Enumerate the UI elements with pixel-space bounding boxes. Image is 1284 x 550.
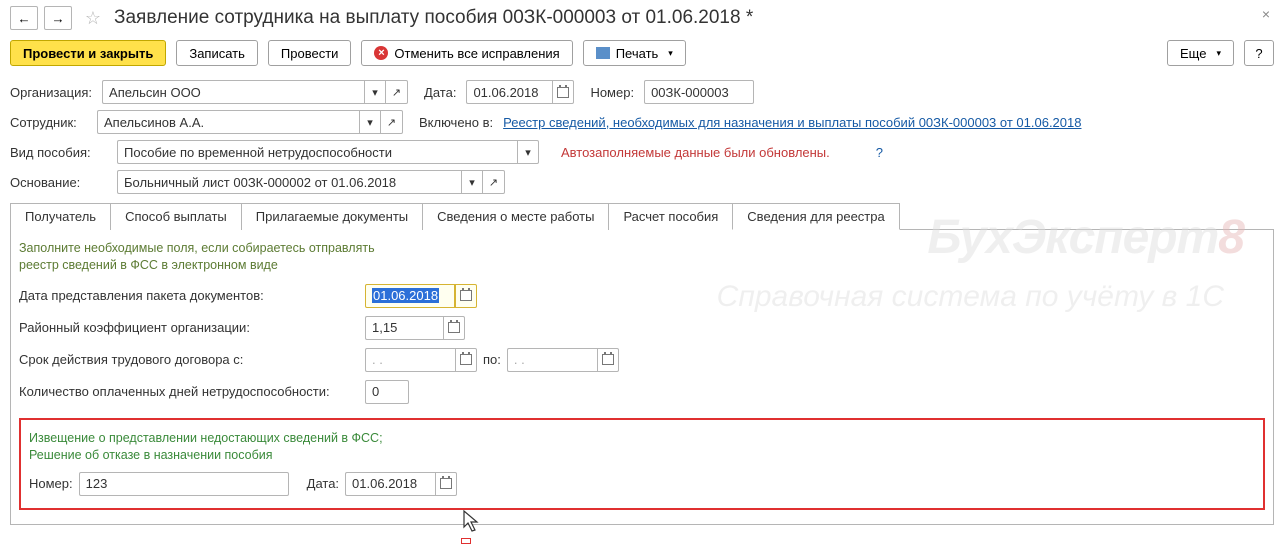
- organization-label: Организация:: [10, 85, 92, 100]
- benefit-type-input[interactable]: Пособие по временной нетрудоспособности: [117, 140, 517, 164]
- dropdown-icon[interactable]: ▾: [517, 140, 539, 164]
- fss-notice-box: Извещение о представлении недостающих св…: [19, 418, 1265, 510]
- calc-icon[interactable]: [443, 316, 465, 340]
- dropdown-icon[interactable]: ▾: [359, 110, 381, 134]
- tab-recipient[interactable]: Получатель: [10, 203, 111, 230]
- dropdown-icon: ▾: [668, 48, 673, 59]
- favorite-star-icon[interactable]: ☆: [82, 7, 104, 29]
- basis-label: Основание:: [10, 175, 107, 190]
- print-label: Печать: [616, 46, 659, 61]
- tab-workplace-info[interactable]: Сведения о месте работы: [422, 203, 609, 230]
- dropdown-icon: ▾: [1216, 48, 1221, 59]
- calendar-icon[interactable]: [597, 348, 619, 372]
- contract-to-input[interactable]: . .: [507, 348, 597, 372]
- number-input[interactable]: 00ЗК-000003: [644, 80, 754, 104]
- dropdown-icon[interactable]: ▾: [461, 170, 483, 194]
- employee-input[interactable]: Апельсинов А.А.: [97, 110, 359, 134]
- tab-registry-info[interactable]: Сведения для реестра: [732, 203, 899, 230]
- cancel-corrections-label: Отменить все исправления: [394, 46, 559, 61]
- included-in-label: Включено в:: [419, 115, 493, 130]
- submission-date-label: Дата представления пакета документов:: [19, 288, 359, 303]
- submission-date-value: 01.06.2018: [372, 288, 439, 303]
- print-button[interactable]: Печать ▾: [583, 40, 686, 66]
- close-icon[interactable]: ×: [1262, 6, 1270, 22]
- dropdown-icon[interactable]: ▾: [364, 80, 386, 104]
- calendar-icon[interactable]: [455, 348, 477, 372]
- paid-days-input[interactable]: 0: [365, 380, 409, 404]
- date-input[interactable]: 01.06.2018: [466, 80, 552, 104]
- nav-back-button[interactable]: ←: [10, 6, 38, 30]
- date-label: Дата:: [424, 85, 456, 100]
- tab-benefit-calc[interactable]: Расчет пособия: [608, 203, 733, 230]
- open-icon[interactable]: ↗: [381, 110, 403, 134]
- tab-payment-method[interactable]: Способ выплаты: [110, 203, 242, 230]
- registry-hint-line2: реестр сведений в ФСС в электронном виде: [19, 257, 1265, 274]
- fss-notice-line1: Извещение о представлении недостающих св…: [29, 430, 1255, 447]
- fss-notice-title: Извещение о представлении недостающих св…: [29, 430, 1255, 464]
- calendar-icon[interactable]: [552, 80, 574, 104]
- more-button[interactable]: Еще ▾: [1167, 40, 1234, 66]
- district-coef-input[interactable]: 1,15: [365, 316, 443, 340]
- post-and-close-button[interactable]: Провести и закрыть: [10, 40, 166, 66]
- calendar-icon[interactable]: [435, 472, 457, 496]
- cancel-corrections-button[interactable]: × Отменить все исправления: [361, 40, 572, 66]
- registry-hint-line1: Заполните необходимые поля, если собирае…: [19, 240, 1265, 257]
- organization-input[interactable]: Апельсин ООО: [102, 80, 364, 104]
- benefit-type-label: Вид пособия:: [10, 145, 107, 160]
- included-in-link[interactable]: Реестр сведений, необходимых для назначе…: [503, 115, 1081, 130]
- district-coef-label: Районный коэффициент организации:: [19, 320, 359, 335]
- submission-date-input[interactable]: 01.06.2018: [365, 284, 455, 308]
- open-icon[interactable]: ↗: [386, 80, 408, 104]
- contract-period-label: Срок действия трудового договора с:: [19, 352, 359, 367]
- tab-attached-docs[interactable]: Прилагаемые документы: [241, 203, 423, 230]
- help-button[interactable]: ?: [1244, 40, 1274, 66]
- red-marker-icon: [461, 538, 471, 544]
- more-label: Еще: [1180, 46, 1206, 61]
- autofill-message: Автозаполняемые данные были обновлены.: [561, 145, 830, 160]
- registry-hint: Заполните необходимые поля, если собирае…: [19, 240, 1265, 274]
- fss-notice-line2: Решение об отказе в назначении пособия: [29, 447, 1255, 464]
- calendar-icon[interactable]: [455, 284, 477, 308]
- paid-days-label: Количество оплаченных дней нетрудоспособ…: [19, 384, 359, 399]
- print-icon: [596, 47, 610, 59]
- contract-to-label: по:: [483, 352, 501, 367]
- help-icon[interactable]: ?: [876, 145, 883, 160]
- notice-date-label: Дата:: [307, 476, 339, 491]
- number-label: Номер:: [590, 85, 634, 100]
- basis-input[interactable]: Больничный лист 00ЗК-000002 от 01.06.201…: [117, 170, 461, 194]
- notice-number-input[interactable]: 123: [79, 472, 289, 496]
- nav-forward-button[interactable]: →: [44, 6, 72, 30]
- post-button[interactable]: Провести: [268, 40, 352, 66]
- page-title: Заявление сотрудника на выплату пособия …: [114, 7, 753, 29]
- save-button[interactable]: Записать: [176, 40, 258, 66]
- notice-number-label: Номер:: [29, 476, 73, 491]
- contract-from-input[interactable]: . .: [365, 348, 455, 372]
- notice-date-input[interactable]: 01.06.2018: [345, 472, 435, 496]
- cancel-icon: ×: [374, 46, 388, 60]
- open-icon[interactable]: ↗: [483, 170, 505, 194]
- employee-label: Сотрудник:: [10, 115, 87, 130]
